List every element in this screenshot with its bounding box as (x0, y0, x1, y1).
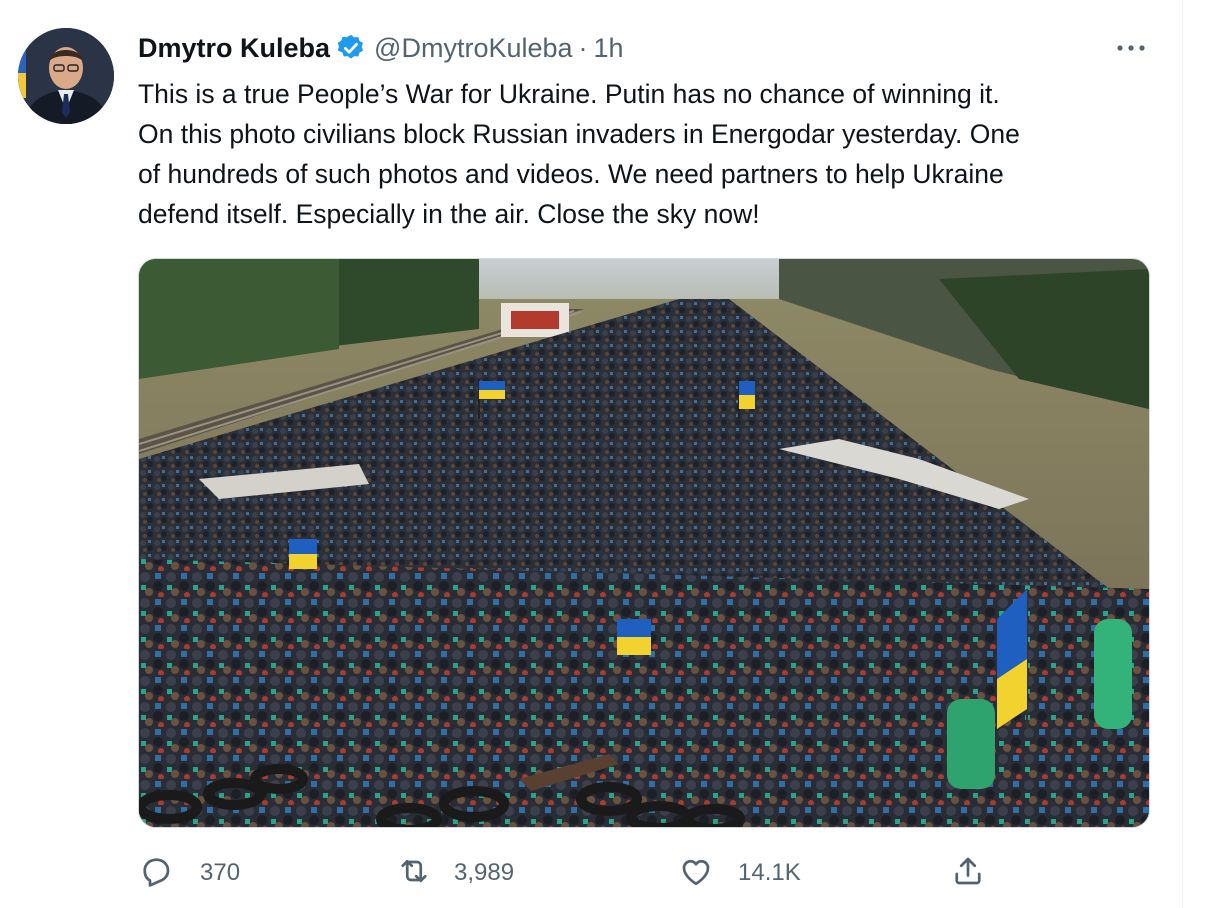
like-button[interactable]: 14.1K (678, 846, 801, 900)
author-name[interactable]: Dmytro Kuleba (138, 33, 330, 64)
heart-icon (678, 853, 714, 894)
reply-icon (138, 853, 174, 894)
tweet-header: Dmytro Kuleba @DmytroKuleba · 1h (138, 30, 624, 66)
tweet-text-line: On this photo civilians block Russian in… (138, 119, 1020, 149)
retweet-count: 3,989 (454, 859, 515, 886)
tweet-photo[interactable] (138, 258, 1150, 828)
tweet-text: This is a true People’s War for Ukraine.… (138, 74, 1158, 234)
tweet-actions: 370 3,989 14.1K (138, 846, 998, 900)
avatar-photo (18, 28, 114, 124)
like-count: 14.1K (738, 859, 801, 886)
more-options-icon[interactable] (1112, 32, 1150, 64)
tweet-text-line: This is a true People’s War for Ukraine.… (138, 79, 1000, 109)
tweet-timestamp[interactable]: 1h (594, 33, 624, 64)
share-button[interactable] (950, 846, 986, 900)
retweet-icon (396, 853, 432, 894)
reply-button[interactable]: 370 (138, 846, 240, 900)
retweet-button[interactable]: 3,989 (396, 846, 514, 900)
reply-count: 370 (200, 859, 241, 886)
crowd-photo-illustration (139, 259, 1149, 827)
tweet-text-line: of hundreds of such photos and videos. W… (138, 159, 1004, 189)
verified-badge-icon (336, 33, 366, 63)
share-icon (950, 853, 986, 894)
author-handle[interactable]: @DmytroKuleba (374, 33, 572, 64)
tweet-text-line: defend itself. Especially in the air. Cl… (138, 199, 760, 229)
timeline-border (1182, 0, 1183, 908)
header-separator: · (578, 32, 588, 63)
author-avatar[interactable] (18, 28, 114, 124)
